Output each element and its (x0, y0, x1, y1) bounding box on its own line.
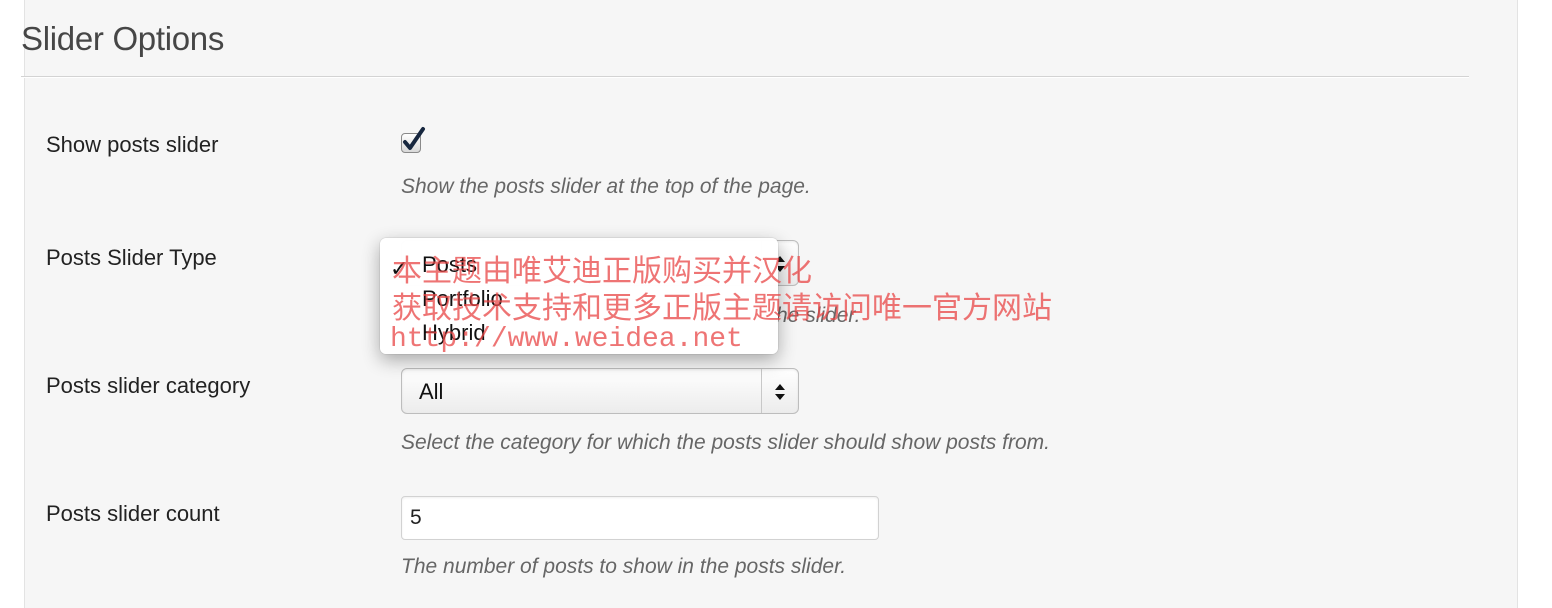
menu-item-posts[interactable]: Posts (422, 252, 477, 278)
slider-category-value: All (419, 379, 444, 404)
slider-count-label: Posts slider count (46, 501, 220, 526)
slider-type-description: he slider. (776, 304, 861, 327)
checkmark-icon (403, 127, 425, 150)
slider-type-dropdown-menu: ✓ Posts Portfolio Hybrid (380, 238, 778, 354)
menu-item-portfolio[interactable]: Portfolio (422, 286, 503, 312)
slider-category-select[interactable]: All (401, 368, 799, 414)
selected-check-icon: ✓ (390, 256, 409, 281)
show-slider-description: Show the posts slider at the top of the … (401, 175, 811, 198)
slider-category-label: Posts slider category (46, 373, 251, 398)
slider-type-label: Posts Slider Type (46, 245, 217, 270)
slider-count-input[interactable] (401, 496, 879, 540)
select-arrows-icon (761, 369, 798, 413)
show-slider-checkbox[interactable] (401, 127, 425, 153)
slider-count-description: The number of posts to show in the posts… (401, 555, 847, 578)
show-slider-label: Show posts slider (46, 132, 219, 157)
menu-item-hybrid[interactable]: Hybrid (422, 320, 486, 346)
section-title: Slider Options (21, 20, 225, 57)
title-divider (21, 76, 1469, 78)
slider-category-description: Select the category for which the posts … (401, 431, 1050, 454)
